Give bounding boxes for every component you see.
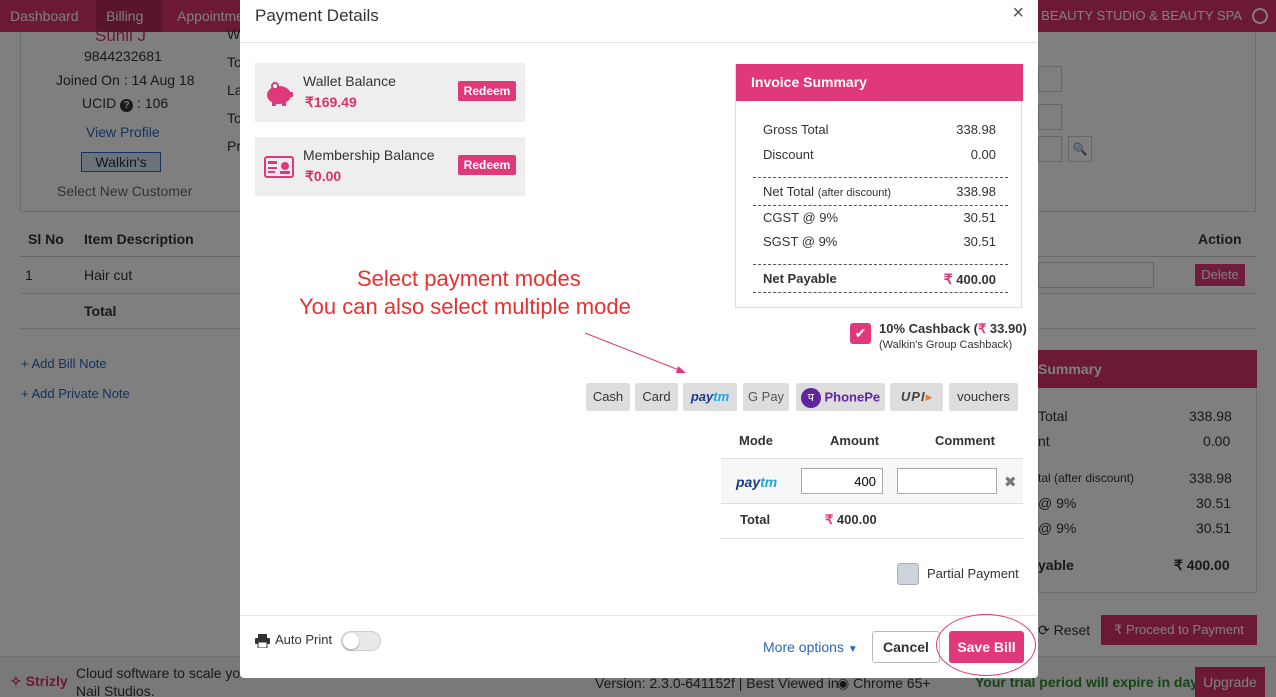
mode-card-button[interactable]: Card bbox=[635, 383, 678, 411]
row-paytm-icon: paytm bbox=[736, 474, 778, 490]
cashback-subtitle: (Walkin's Group Cashback) bbox=[879, 339, 1013, 351]
sgst-row: SGST @ 9% 30.51 bbox=[763, 234, 996, 252]
net-total-sub: (after discount) bbox=[817, 187, 892, 199]
cancel-button[interactable]: Cancel bbox=[872, 631, 940, 663]
amount-input[interactable] bbox=[801, 468, 883, 494]
highlight-circle bbox=[936, 614, 1036, 676]
divider bbox=[721, 538, 1023, 539]
cashback-amount: 33.90 bbox=[989, 321, 1023, 336]
wallet-amount: ₹169.49 bbox=[305, 94, 357, 110]
paytm-logo-icon: paytm bbox=[690, 389, 730, 404]
annotation-arrow bbox=[584, 332, 686, 373]
mode-vouchers-button[interactable]: vouchers bbox=[949, 383, 1018, 411]
gross-total-value: 338.98 bbox=[956, 122, 996, 137]
dashed-divider bbox=[753, 264, 1008, 265]
mode-paytm-button[interactable]: paytm bbox=[683, 383, 737, 411]
wallet-amount-value: 169.49 bbox=[313, 94, 357, 110]
col-amount: Amount bbox=[830, 433, 880, 448]
mode-gpay-button[interactable]: G Pay bbox=[743, 383, 789, 411]
cgst-row: CGST @ 9% 30.51 bbox=[763, 210, 996, 228]
cashback-title: 10% Cashback (₹ 33.90) bbox=[879, 321, 1027, 336]
dashed-divider bbox=[753, 205, 1008, 206]
cashback-checkbox[interactable]: ✔ bbox=[850, 323, 871, 344]
cgst-value: 30.51 bbox=[963, 210, 996, 225]
payment-total-value: ₹ 400.00 bbox=[825, 512, 877, 527]
membership-card-icon bbox=[264, 156, 294, 178]
divider bbox=[240, 615, 1038, 616]
mode-upi-button[interactable]: UPI▸ bbox=[890, 383, 943, 411]
partial-payment-checkbox[interactable] bbox=[897, 563, 919, 585]
payment-total-label: Total bbox=[740, 512, 771, 527]
auto-print-label: Auto Print bbox=[275, 632, 333, 647]
net-payable-row: Net Payable ₹ 400.00 bbox=[763, 271, 996, 289]
cgst-label: CGST @ 9% bbox=[763, 210, 839, 225]
invoice-summary: Invoice Summary Gross Total 338.98 Discou… bbox=[735, 64, 1023, 308]
gross-total-row: Gross Total 338.98 bbox=[763, 122, 996, 140]
net-total-row: Net Total (after discount) 338.98 bbox=[763, 184, 996, 202]
annotation-line-1: Select payment modes bbox=[357, 266, 581, 291]
remove-row-icon[interactable]: ✖ bbox=[1004, 473, 1017, 491]
dashed-divider bbox=[753, 292, 1008, 293]
partial-payment-label: Partial Payment bbox=[927, 566, 1019, 581]
annotation-line-2: You can also select multiple mode bbox=[299, 294, 631, 319]
cashback-paren: ) bbox=[1022, 321, 1027, 336]
mode-cash-button[interactable]: Cash bbox=[586, 383, 630, 411]
phonepe-logo-icon: प bbox=[800, 387, 821, 408]
comment-input[interactable] bbox=[897, 468, 997, 494]
discount-row: Discount 0.00 bbox=[763, 147, 996, 165]
membership-amount-value: 0.00 bbox=[313, 168, 342, 184]
col-mode: Mode bbox=[739, 433, 773, 448]
membership-title: Membership Balance bbox=[303, 147, 435, 163]
sgst-label: SGST @ 9% bbox=[763, 234, 838, 249]
phonepe-label: PhonePe bbox=[824, 389, 881, 405]
invoice-summary-head: Invoice Summary bbox=[736, 64, 1023, 101]
divider bbox=[240, 42, 1038, 43]
discount-label: Discount bbox=[763, 147, 814, 162]
piggy-bank-icon bbox=[267, 82, 293, 106]
sgst-value: 30.51 bbox=[963, 234, 996, 249]
dashed-divider bbox=[753, 177, 1008, 178]
auto-print-toggle[interactable] bbox=[341, 631, 381, 651]
wallet-redeem-button[interactable]: Redeem bbox=[458, 81, 516, 101]
payment-modal: Payment Details × Wallet Balance ₹169.49… bbox=[240, 0, 1038, 678]
discount-value: 0.00 bbox=[970, 147, 996, 162]
divider bbox=[721, 503, 1023, 504]
net-total-label: Net Total bbox=[763, 184, 815, 199]
col-comment: Comment bbox=[935, 433, 995, 448]
membership-card: Membership Balance ₹0.00 Redeem bbox=[255, 137, 525, 196]
gross-total-label: Gross Total bbox=[763, 122, 829, 137]
caret-down-icon: ▼ bbox=[847, 644, 858, 655]
net-total-value: 338.98 bbox=[956, 184, 996, 199]
cashback-label: 10% Cashback ( bbox=[879, 321, 978, 336]
more-options-label: More options bbox=[763, 639, 844, 655]
membership-amount: ₹0.00 bbox=[305, 168, 342, 184]
wallet-card: Wallet Balance ₹169.49 Redeem bbox=[255, 63, 525, 122]
upi-logo-icon: UPI bbox=[900, 389, 926, 404]
payment-total-amount: 400.00 bbox=[836, 512, 877, 527]
modal-title: Payment Details bbox=[255, 6, 379, 25]
mode-phonepe-button[interactable]: प PhonePe bbox=[796, 383, 885, 411]
more-options-link[interactable]: More options ▼ bbox=[763, 639, 858, 655]
toggle-knob bbox=[343, 633, 359, 649]
net-payable-amount: 400.00 bbox=[956, 272, 996, 287]
gpay-logo-icon: G Pay bbox=[747, 389, 785, 404]
net-payable-label: Net Payable bbox=[763, 271, 837, 286]
printer-icon bbox=[255, 634, 270, 648]
wallet-title: Wallet Balance bbox=[303, 73, 396, 89]
close-icon[interactable]: × bbox=[1012, 2, 1024, 25]
membership-redeem-button[interactable]: Redeem bbox=[458, 155, 516, 175]
net-payable-value: ₹ 400.00 bbox=[943, 271, 996, 287]
